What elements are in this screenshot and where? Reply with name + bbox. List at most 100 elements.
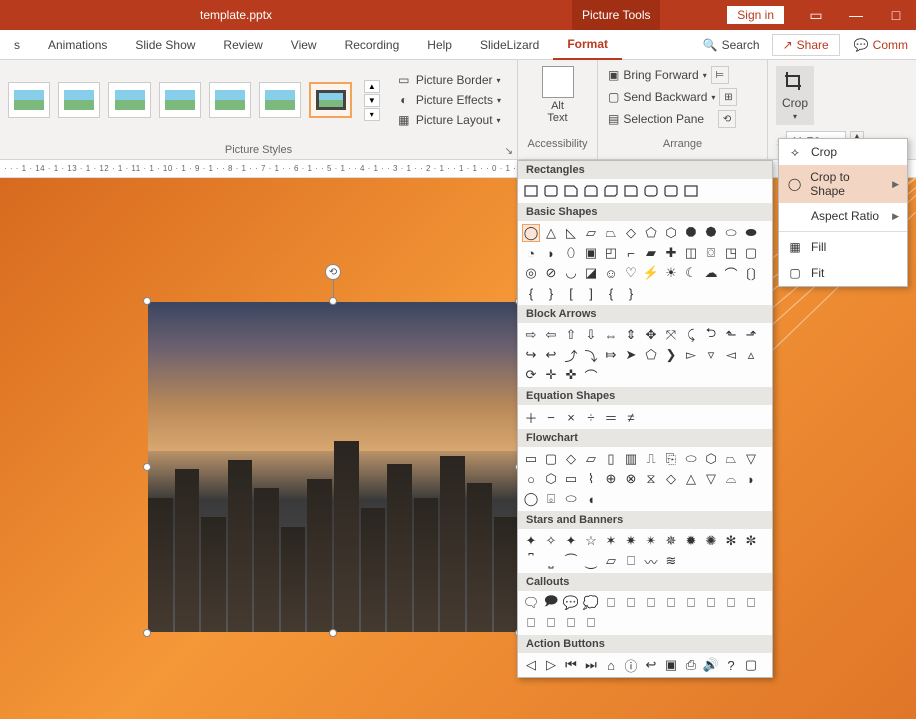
shape-callout-border1[interactable]: ⎕ bbox=[522, 614, 540, 632]
shape-divide[interactable]: ÷ bbox=[582, 408, 600, 426]
shape-bevel[interactable]: ▢ bbox=[742, 244, 760, 262]
shape-fc-direct[interactable]: ⬭ bbox=[562, 490, 580, 508]
shape-right-brace[interactable]: } bbox=[542, 284, 560, 302]
shape-arrow-up[interactable]: ⇧ bbox=[562, 326, 580, 344]
tab-slidelizard[interactable]: SlideLizard bbox=[466, 30, 553, 60]
shape-round-same[interactable] bbox=[642, 182, 660, 200]
shape-dodecagon[interactable]: ⬬ bbox=[742, 224, 760, 242]
shape-no-symbol[interactable]: ⊘ bbox=[542, 264, 560, 282]
crop-menu-fill[interactable]: ▦Fill bbox=[779, 234, 907, 260]
shape-smiley[interactable]: ☺ bbox=[602, 264, 620, 282]
resize-handle-tl[interactable] bbox=[143, 297, 151, 305]
tab-help[interactable]: Help bbox=[413, 30, 466, 60]
shape-snip-single[interactable] bbox=[562, 182, 580, 200]
shape-left-brace[interactable]: { bbox=[522, 284, 540, 302]
shape-callout-accent1[interactable]: ⎕ bbox=[682, 594, 700, 612]
shape-arrow-curved-down[interactable]: ⤵ bbox=[582, 346, 600, 364]
shape-callout-accent3[interactable]: ⎕ bbox=[722, 594, 740, 612]
shape-lightning[interactable]: ⚡ bbox=[642, 264, 660, 282]
shape-fc-internal[interactable]: ▥ bbox=[622, 450, 640, 468]
shape-fc-seq-access[interactable]: ◯ bbox=[522, 490, 540, 508]
shape-arrow-quad[interactable]: ✥ bbox=[642, 326, 660, 344]
shape-diamond[interactable]: ◇ bbox=[622, 224, 640, 242]
shape-fc-preparation[interactable]: ⬡ bbox=[702, 450, 720, 468]
shape-callout-rect[interactable]: 🗨 bbox=[522, 594, 540, 612]
shape-plaque[interactable]: ◫ bbox=[682, 244, 700, 262]
search-button[interactable]: 🔍 Search bbox=[691, 38, 772, 52]
shape-action-info[interactable]: ⓘ bbox=[622, 656, 640, 674]
shape-donut[interactable]: ◎ bbox=[522, 264, 540, 282]
shape-callout-line4[interactable]: ⎕ bbox=[662, 594, 680, 612]
shape-fc-magnetic[interactable]: ⌻ bbox=[542, 490, 560, 508]
shape-action-beginning[interactable]: ⏮ bbox=[562, 656, 580, 674]
shape-arrow-striped[interactable]: ⤇ bbox=[602, 346, 620, 364]
shape-arrow-down[interactable]: ⇩ bbox=[582, 326, 600, 344]
resize-handle-bl[interactable] bbox=[143, 629, 151, 637]
shape-action-return[interactable]: ↩ bbox=[642, 656, 660, 674]
shape-callout-cloud[interactable]: 💭 bbox=[582, 594, 600, 612]
shape-fc-document[interactable]: ⎍ bbox=[642, 450, 660, 468]
shape-arrow-left[interactable]: ⇦ bbox=[542, 326, 560, 344]
shape-10point-star[interactable]: ✵ bbox=[662, 532, 680, 550]
shape-callout-accent2[interactable]: ⎕ bbox=[702, 594, 720, 612]
shape-arrow-leftright[interactable]: ⇔ bbox=[602, 326, 620, 344]
shape-12point-star[interactable]: ✹ bbox=[682, 532, 700, 550]
minimize-button[interactable]: — bbox=[836, 0, 876, 30]
share-button[interactable]: ↗ Share bbox=[772, 34, 840, 56]
shape-16point-star[interactable]: ✺ bbox=[702, 532, 720, 550]
resize-handle-t[interactable] bbox=[329, 297, 337, 305]
shape-callout-border3[interactable]: ⎕ bbox=[562, 614, 580, 632]
crop-menu-crop[interactable]: ⟡Crop bbox=[779, 139, 907, 165]
shape-fc-card[interactable]: ▭ bbox=[562, 470, 580, 488]
shape-arrow-cross[interactable]: ✜ bbox=[562, 366, 580, 384]
crop-menu-crop-to-shape[interactable]: ◯Crop to Shape▶ bbox=[779, 165, 907, 203]
shape-heptagon[interactable]: ⯃ bbox=[682, 224, 700, 242]
shape-fc-collate[interactable]: ⧖ bbox=[642, 470, 660, 488]
tab-slide-show[interactable]: Slide Show bbox=[121, 30, 209, 60]
shape-5point-star[interactable]: ☆ bbox=[582, 532, 600, 550]
shape-can[interactable]: ⌼ bbox=[702, 244, 720, 262]
shape-decagon[interactable]: ⬭ bbox=[722, 224, 740, 242]
shape-cloud[interactable]: ☁ bbox=[702, 264, 720, 282]
crop-menu-fit[interactable]: ▢Fit bbox=[779, 260, 907, 286]
shape-round-diag[interactable] bbox=[662, 182, 680, 200]
sign-in-button[interactable]: Sign in bbox=[727, 6, 784, 24]
shape-32point-star[interactable]: ✼ bbox=[742, 532, 760, 550]
dialog-launcher-icon[interactable]: ↘ bbox=[505, 146, 513, 157]
shape-teardrop[interactable]: ⬯ bbox=[562, 244, 580, 262]
picture-style-thumb[interactable] bbox=[159, 82, 201, 118]
shape-fc-offpage[interactable]: ⬡ bbox=[542, 470, 560, 488]
shape-double-wave[interactable]: ≋ bbox=[662, 552, 680, 570]
shape-right-bracket[interactable]: ] bbox=[582, 284, 600, 302]
shape-octagon[interactable]: ⯄ bbox=[702, 224, 720, 242]
tab-review[interactable]: Review bbox=[209, 30, 276, 60]
shape-snip-diag[interactable] bbox=[602, 182, 620, 200]
shape-callout-line1[interactable]: ⎕ bbox=[602, 594, 620, 612]
shape-callout-oval[interactable]: 💬 bbox=[562, 594, 580, 612]
shape-callout-line3[interactable]: ⎕ bbox=[642, 594, 660, 612]
shape-arrow-rightcallout[interactable]: ▻ bbox=[682, 346, 700, 364]
picture-styles-gallery[interactable]: ▲ ▼ ▾ ▭Picture Border▾ ◐Picture Effects▾… bbox=[0, 60, 517, 134]
tab-partial[interactable]: s bbox=[0, 30, 34, 60]
rotate-button[interactable]: ⟲ bbox=[718, 110, 736, 128]
shape-fc-display[interactable]: ◖ bbox=[582, 490, 600, 508]
shape-explosion1[interactable]: ✦ bbox=[522, 532, 540, 550]
gallery-scroll-up[interactable]: ▲ bbox=[364, 80, 380, 93]
shape-double-bracket[interactable]: 〔〕 bbox=[742, 264, 760, 282]
shape-cube[interactable]: ◳ bbox=[722, 244, 740, 262]
shape-arrow-chevron[interactable]: ❯ bbox=[662, 346, 680, 364]
picture-layout-button[interactable]: ▦Picture Layout▾ bbox=[396, 112, 501, 128]
shape-fc-multidoc[interactable]: ⎘ bbox=[662, 450, 680, 468]
picture-style-thumb[interactable] bbox=[8, 82, 50, 118]
shape-arrow-leftup[interactable]: ⬑ bbox=[722, 326, 740, 344]
shape-horizontal-scroll[interactable]: ⎕ bbox=[622, 552, 640, 570]
shape-fc-or[interactable]: ⊗ bbox=[622, 470, 640, 488]
shape-fc-terminator[interactable]: ⬭ bbox=[682, 450, 700, 468]
shape-rounded-rectangle[interactable] bbox=[542, 182, 560, 200]
shape-action-movie[interactable]: ▣ bbox=[662, 656, 680, 674]
shape-fc-connector[interactable]: ○ bbox=[522, 470, 540, 488]
shape-4point-star[interactable]: ✦ bbox=[562, 532, 580, 550]
picture-style-thumb[interactable] bbox=[209, 82, 251, 118]
shape-fc-delay[interactable]: ◗ bbox=[742, 470, 760, 488]
shape-callout-round[interactable]: 🗩 bbox=[542, 594, 560, 612]
